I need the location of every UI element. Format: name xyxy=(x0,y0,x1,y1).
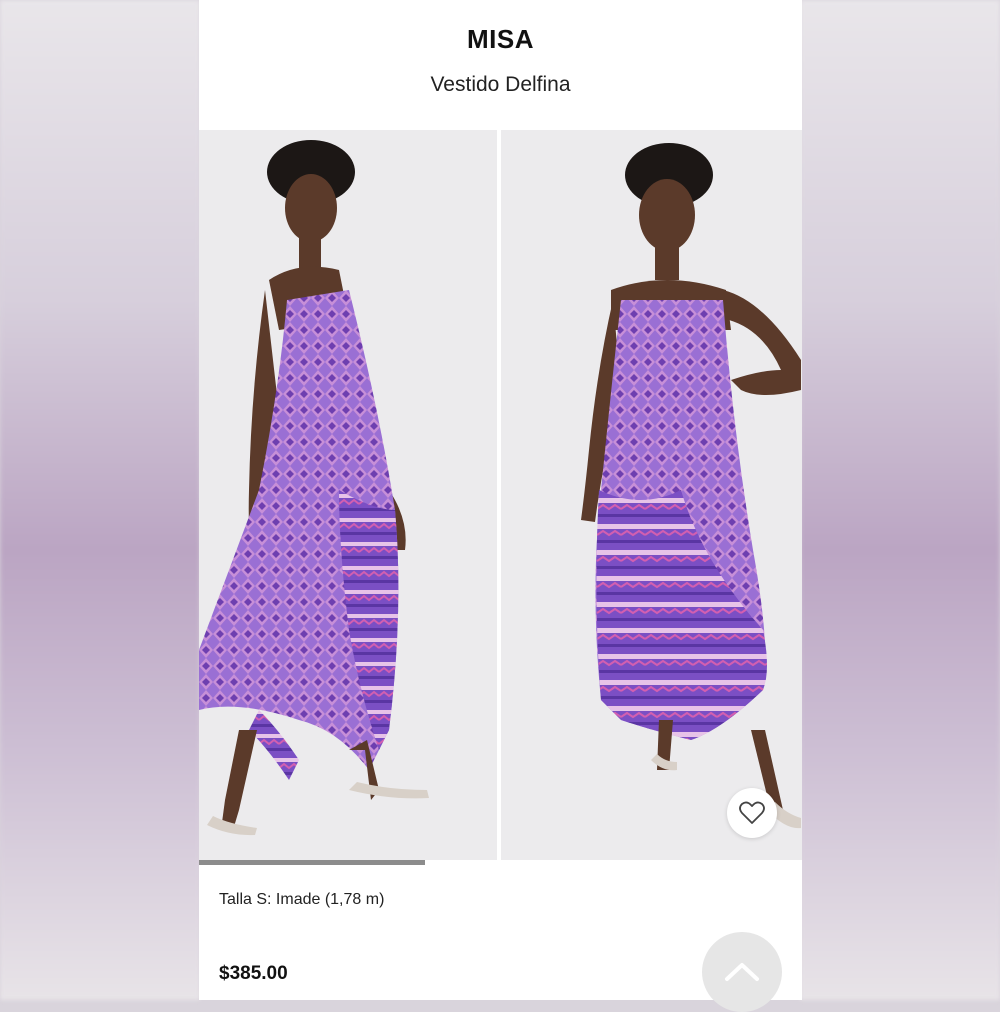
favorite-button[interactable] xyxy=(727,788,777,838)
background-blur-right xyxy=(800,0,1000,1000)
product-image-side[interactable] xyxy=(199,130,497,860)
product-title: Vestido Delfina xyxy=(430,73,571,96)
scroll-to-top-button[interactable] xyxy=(702,932,782,1012)
image-carousel[interactable] xyxy=(199,130,802,860)
carousel-progress-bar xyxy=(199,860,802,865)
model-size-info: Talla S: Imade (1,78 m) xyxy=(219,891,385,908)
product-card: MISA Vestido Delfina Talla S: Imade (1,7… xyxy=(199,0,802,1012)
product-price: $385.00 xyxy=(219,963,288,984)
chevron-up-icon xyxy=(725,963,759,981)
product-image-front[interactable] xyxy=(501,130,802,860)
carousel-progress-fill xyxy=(199,860,426,865)
background-blur-left xyxy=(0,0,200,1000)
heart-icon xyxy=(739,801,765,824)
brand-name[interactable]: MISA xyxy=(199,24,802,55)
